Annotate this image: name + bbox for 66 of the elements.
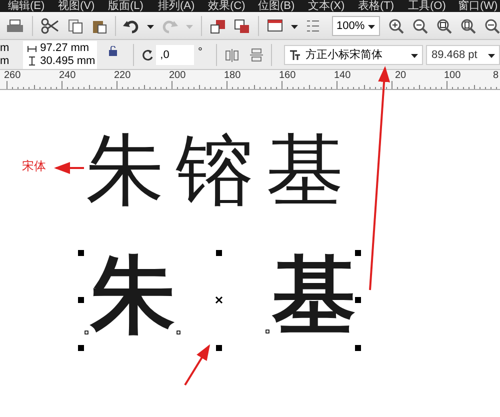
ruler-label: 140 xyxy=(334,70,351,81)
menu-item[interactable]: 文本(X) xyxy=(308,0,344,12)
ruler-label: 240 xyxy=(59,70,76,81)
unit-label: m xyxy=(0,54,10,68)
width-field[interactable]: 97.27 mm xyxy=(40,42,90,54)
copy-icon[interactable] xyxy=(66,18,83,34)
selection-handle[interactable] xyxy=(78,297,84,303)
selection-handle[interactable] xyxy=(78,250,84,256)
zoom-out-icon[interactable] xyxy=(412,18,428,34)
ruler-label: 100 xyxy=(444,70,461,81)
ruler-label: 220 xyxy=(114,70,131,81)
node-marker[interactable] xyxy=(84,330,88,334)
selection-handle[interactable] xyxy=(355,297,361,303)
zoom-width-icon[interactable] xyxy=(484,18,500,34)
selection-handle[interactable] xyxy=(355,345,361,351)
ruler-label: 160 xyxy=(279,70,296,81)
undo-icon[interactable] xyxy=(123,18,140,34)
mirror-vertical-icon[interactable] xyxy=(249,48,264,62)
menu-item[interactable]: 视图(V) xyxy=(58,0,94,12)
menu-item[interactable]: 版面(L) xyxy=(108,0,144,12)
export-icon[interactable] xyxy=(234,18,250,34)
selection-handle[interactable] xyxy=(216,345,222,351)
zoom-in-icon[interactable] xyxy=(388,18,404,34)
ruler-label: 180 xyxy=(224,70,241,81)
cut-icon[interactable] xyxy=(40,18,59,34)
lock-icon[interactable] xyxy=(109,46,118,56)
zoom-page-icon[interactable] xyxy=(460,18,476,34)
selection-handle[interactable] xyxy=(216,250,222,256)
degree-label: ° xyxy=(198,46,202,58)
options-icon[interactable] xyxy=(306,18,320,34)
zoom-field[interactable]: 100% xyxy=(332,16,380,36)
menu-item[interactable]: 排列(A) xyxy=(158,0,194,12)
width-icon xyxy=(27,44,38,52)
height-field[interactable]: 30.495 mm xyxy=(40,54,96,68)
font-type-icon xyxy=(289,48,302,60)
ruler-label: 200 xyxy=(169,70,186,81)
menu-item[interactable]: 工具(O) xyxy=(408,0,444,12)
annotation-label: 宋体 xyxy=(22,158,46,175)
print-icon[interactable] xyxy=(6,18,24,34)
mirror-horizontal-icon[interactable] xyxy=(225,48,240,62)
zoom-selection-icon[interactable] xyxy=(436,18,452,34)
ruler-label: 8 xyxy=(493,70,499,81)
menu-item[interactable]: 效果(C) xyxy=(208,0,244,12)
menu-item[interactable]: 编辑(E) xyxy=(8,0,44,12)
selected-character: 朱 xyxy=(91,255,175,339)
node-marker[interactable] xyxy=(266,330,270,334)
selection-handle[interactable] xyxy=(78,345,84,351)
rotation-field[interactable]: ,0 xyxy=(156,44,194,64)
ruler-label: 20 xyxy=(395,70,406,81)
menu-item[interactable]: 表格(T) xyxy=(358,0,394,12)
font-size-dropdown[interactable]: 89.468 pt xyxy=(426,44,500,64)
rotate-icon xyxy=(142,48,154,60)
menu-item[interactable]: 位图(B) xyxy=(258,0,294,12)
ruler-label: 260 xyxy=(4,70,21,81)
center-mark-icon xyxy=(215,296,223,304)
import-icon[interactable] xyxy=(210,18,226,34)
selected-character: 基 xyxy=(272,255,356,339)
selection-handle[interactable] xyxy=(355,250,361,256)
annotation-arrow xyxy=(184,344,210,386)
node-marker[interactable] xyxy=(176,330,180,334)
window-icon[interactable] xyxy=(266,18,282,34)
sample-text: 朱镕基 xyxy=(86,132,356,210)
font-dropdown[interactable]: 方正小标宋简体 xyxy=(284,44,424,64)
height-icon xyxy=(27,56,38,66)
unit-label: m xyxy=(0,42,10,54)
annotation-arrow xyxy=(54,162,84,174)
